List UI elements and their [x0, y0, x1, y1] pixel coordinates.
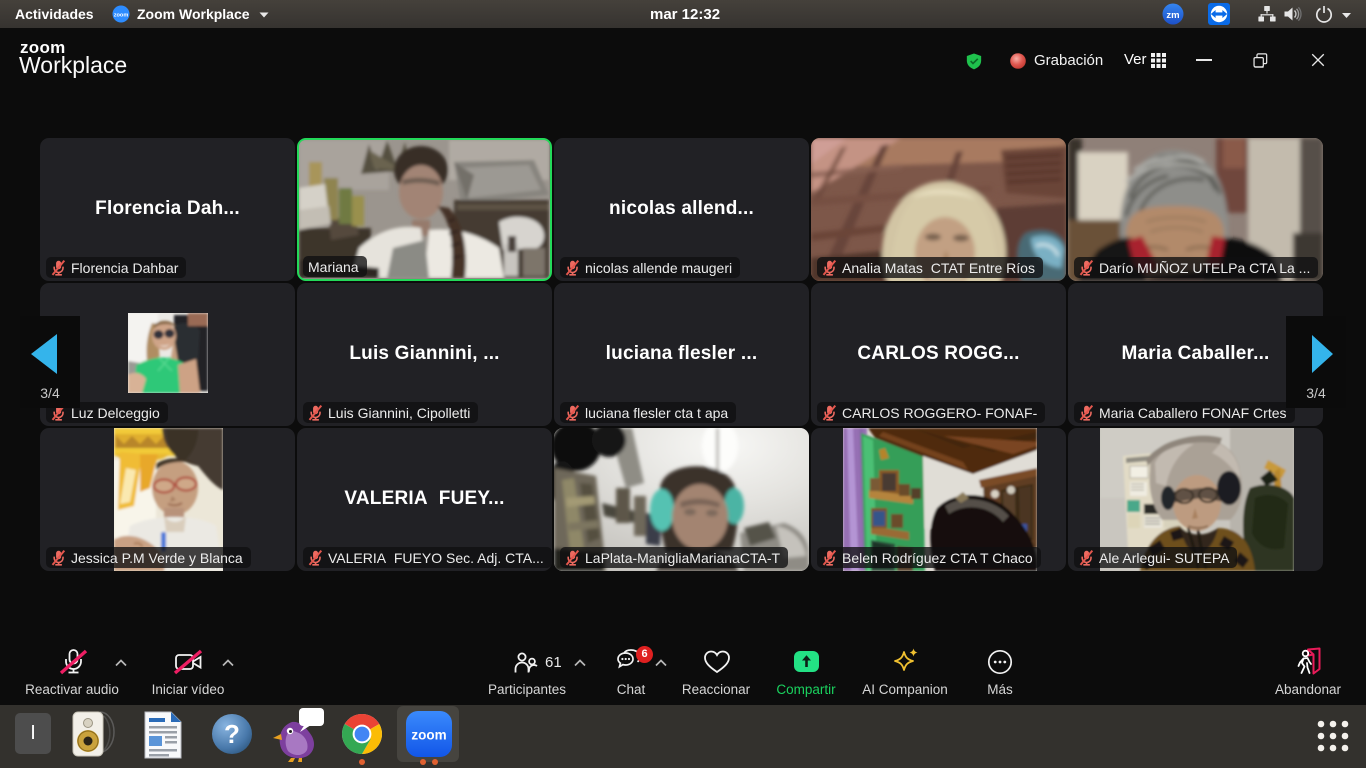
- svg-text:?: ?: [224, 719, 240, 749]
- svg-text:zoom: zoom: [114, 12, 129, 18]
- svg-text:zm: zm: [1166, 10, 1179, 21]
- svg-text:zoom: zoom: [411, 728, 446, 743]
